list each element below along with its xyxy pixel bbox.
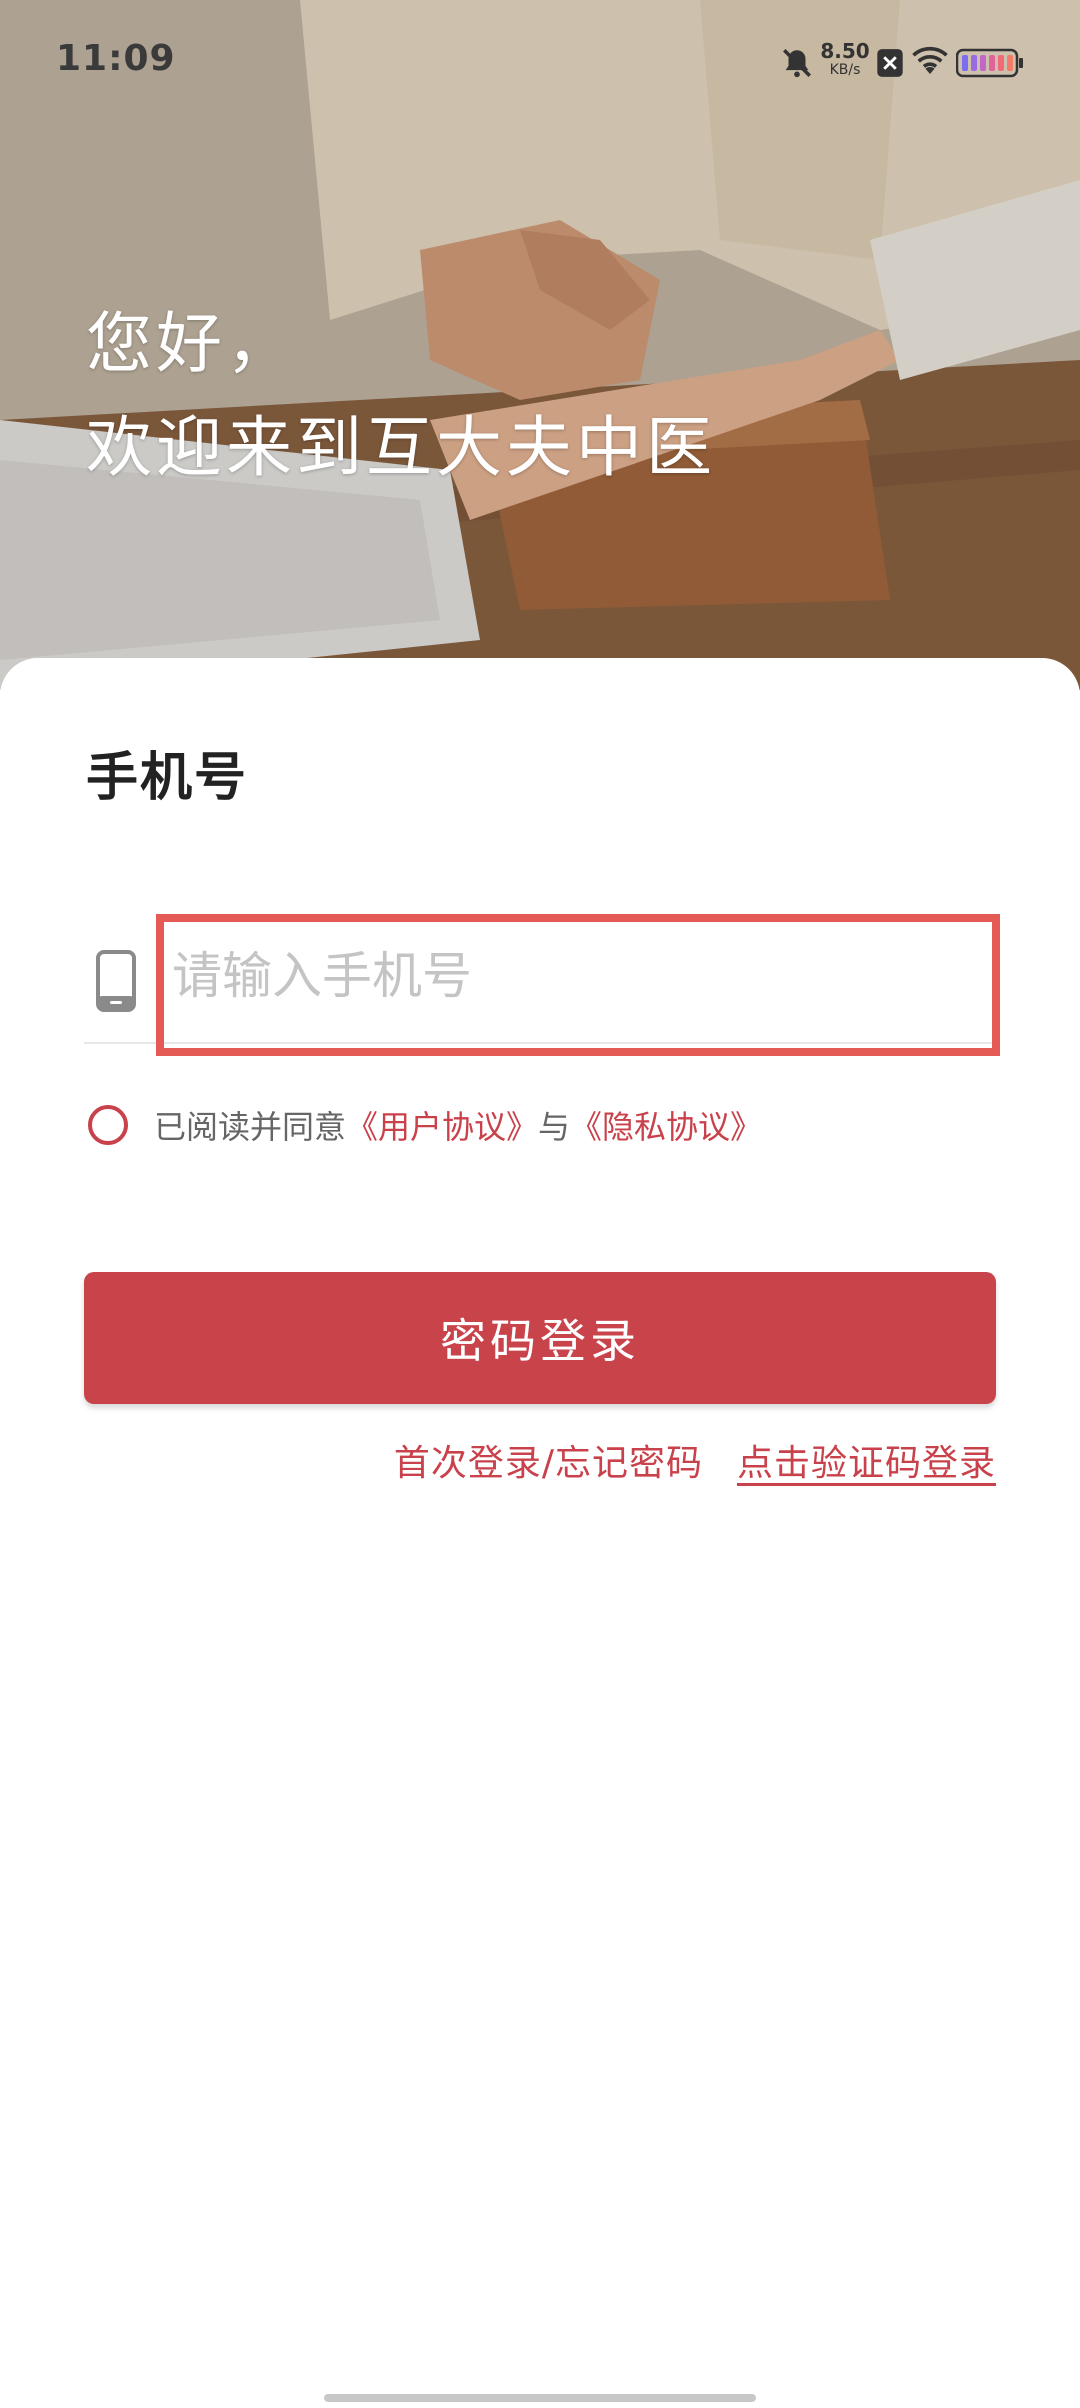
welcome-greeting: 您好， 欢迎来到互大夫中医 — [86, 292, 716, 500]
battery-icon — [956, 48, 1023, 78]
first-login-forgot-password-link[interactable]: 首次登录/忘记密码 — [394, 1434, 703, 1486]
greeting-line-2: 欢迎来到互大夫中医 — [86, 409, 716, 486]
privacy-agreement-link[interactable]: 《隐私协议》 — [570, 1102, 762, 1148]
password-login-button[interactable]: 密码登录 — [84, 1272, 996, 1404]
phone-section-title: 手机号 — [86, 748, 249, 808]
net-speed: 8.50 KB/s — [820, 39, 870, 80]
phone-number-input[interactable] — [170, 930, 974, 1022]
status-time: 11:09 — [56, 38, 176, 79]
status-bar: 11:09 8.50 KB/s — [0, 0, 1080, 120]
agreement-row: 已阅读并同意 《用户协议》 与 《隐私协议》 — [88, 1100, 762, 1150]
mobile-phone-icon — [96, 950, 136, 1012]
sms-code-login-link[interactable]: 点击验证码登录 — [737, 1434, 996, 1486]
phone-input-row — [84, 900, 996, 1044]
notification-icon — [877, 49, 903, 77]
user-agreement-link[interactable]: 《用户协议》 — [346, 1102, 538, 1148]
wifi-icon — [912, 46, 948, 74]
agreement-prefix: 已阅读并同意 — [154, 1108, 347, 1146]
home-indicator[interactable] — [324, 2394, 756, 2402]
login-links-row: 首次登录/忘记密码 点击验证码登录 — [394, 1430, 996, 1490]
net-speed-unit: KB/s — [829, 62, 861, 78]
mute-bell-icon — [782, 48, 812, 78]
agreement-radio[interactable] — [88, 1105, 128, 1145]
agreement-and: 与 — [538, 1108, 571, 1146]
net-speed-value: 8.50 — [820, 39, 870, 63]
greeting-line-1: 您好， — [86, 305, 296, 382]
